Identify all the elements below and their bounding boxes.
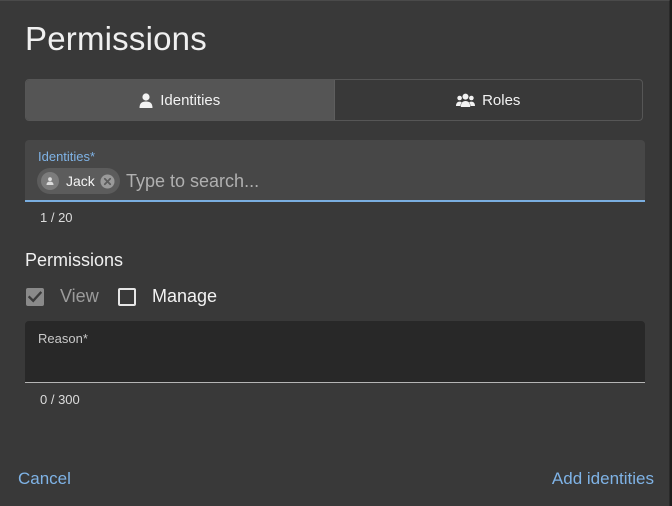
required-mark: *	[90, 149, 96, 164]
identities-search-input[interactable]	[126, 169, 626, 193]
permissions-dialog: Permissions Identities Roles Identities*…	[0, 0, 670, 506]
permission-view-option[interactable]: View	[26, 286, 99, 307]
permission-manage-option[interactable]: Manage	[118, 286, 217, 307]
permissions-heading: Permissions	[25, 250, 124, 270]
tab-identities[interactable]: Identities	[26, 80, 335, 120]
add-identities-button[interactable]: Add identities	[552, 469, 654, 489]
people-group-icon	[456, 93, 476, 107]
manage-checkbox[interactable]	[118, 287, 136, 306]
reason-field[interactable]: Reason*	[25, 321, 645, 383]
person-icon	[41, 172, 59, 190]
reason-field-label: Reason*	[38, 331, 88, 346]
view-label: View	[60, 286, 99, 306]
tab-identities-label: Identities	[160, 91, 221, 109]
dialog-title: Permissions	[25, 20, 207, 57]
identities-counter: 1 / 20	[40, 210, 73, 225]
tab-roles-label: Roles	[482, 91, 521, 109]
chip-remove-icon[interactable]	[100, 173, 116, 189]
manage-label: Manage	[152, 286, 218, 306]
required-mark: *	[82, 331, 88, 346]
cancel-button[interactable]: Cancel	[18, 469, 71, 489]
view-checkbox[interactable]	[26, 287, 44, 306]
person-icon	[139, 92, 153, 108]
tab-bar: Identities Roles	[25, 79, 643, 121]
checkmark-icon	[28, 290, 42, 303]
reason-textarea[interactable]	[38, 349, 628, 375]
chip-label: Jack	[66, 173, 95, 189]
identity-chip-jack: Jack	[37, 168, 120, 194]
tab-roles[interactable]: Roles	[335, 80, 643, 120]
identities-field-label: Identities*	[38, 149, 96, 164]
identities-field[interactable]: Identities* Jack	[25, 140, 645, 202]
reason-counter: 0 / 300	[40, 392, 80, 407]
